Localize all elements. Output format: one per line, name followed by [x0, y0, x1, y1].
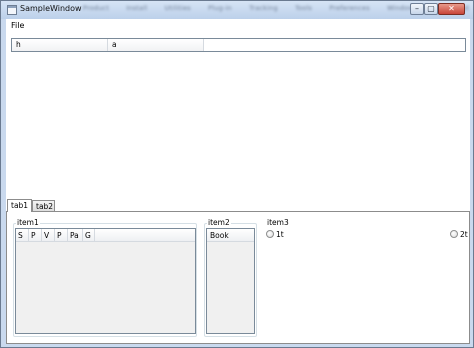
- grid-column-header[interactable]: P: [29, 229, 42, 242]
- grid-column-header[interactable]: S: [16, 229, 29, 242]
- book-list-header[interactable]: Book: [207, 229, 254, 242]
- radio-label: 2t: [460, 230, 468, 239]
- title-bar[interactable]: SampleWindow Product Install Utilities P…: [1, 1, 473, 19]
- blurred-menu-item: Install: [126, 4, 148, 12]
- item3-group: item3 1t 2t: [263, 218, 468, 337]
- item1-label: item1: [16, 218, 40, 227]
- minimize-icon: –: [415, 4, 419, 13]
- item2-group: item2 Book: [204, 218, 257, 337]
- menu-bar: File: [6, 19, 470, 33]
- tab-panel: item1 S P V P Pa G item2 Book item3 1t 2…: [6, 211, 470, 344]
- menu-file[interactable]: File: [11, 21, 24, 30]
- list-column-header-a[interactable]: a: [108, 39, 204, 51]
- grid-column-header[interactable]: V: [42, 229, 55, 242]
- main-list-view[interactable]: h a: [11, 38, 466, 52]
- app-window: SampleWindow Product Install Utilities P…: [0, 0, 474, 348]
- blurred-menu-item: Plug-in: [208, 4, 232, 12]
- client-area: File h a tab1 tab2 item1 S P V P Pa G it…: [6, 19, 470, 344]
- grid-column-header[interactable]: G: [83, 229, 95, 242]
- maximize-icon: ▢: [427, 4, 435, 13]
- blurred-menu-item: Product: [83, 4, 110, 12]
- radio-label: 1t: [276, 230, 284, 239]
- radio-circle-icon[interactable]: [266, 230, 274, 238]
- book-list[interactable]: Book: [206, 228, 255, 334]
- tab-tab1[interactable]: tab1: [7, 199, 32, 212]
- item1-grid[interactable]: S P V P Pa G: [15, 228, 196, 334]
- grid-column-header[interactable]: P: [55, 229, 68, 242]
- radio-circle-icon[interactable]: [450, 230, 458, 238]
- blurred-menu-item: Utilities: [164, 4, 191, 12]
- window-app-icon: [7, 5, 17, 15]
- item1-grid-header: S P V P Pa G: [16, 229, 195, 242]
- blurred-menu-item: Tools: [295, 4, 313, 12]
- item1-group: item1 S P V P Pa G: [13, 218, 197, 337]
- item2-label: item2: [207, 218, 231, 227]
- item3-label: item3: [266, 218, 290, 227]
- maximize-button[interactable]: ▢: [424, 3, 438, 15]
- grid-column-header[interactable]: Pa: [68, 229, 83, 242]
- blurred-menu-item: Tracking: [249, 4, 278, 12]
- close-icon: ✕: [448, 4, 455, 13]
- close-button[interactable]: ✕: [438, 3, 465, 15]
- minimize-button[interactable]: –: [410, 3, 424, 15]
- window-title: SampleWindow: [20, 4, 82, 13]
- list-column-header-h[interactable]: h: [12, 39, 108, 51]
- blurred-menu-item: Preferences: [329, 4, 370, 12]
